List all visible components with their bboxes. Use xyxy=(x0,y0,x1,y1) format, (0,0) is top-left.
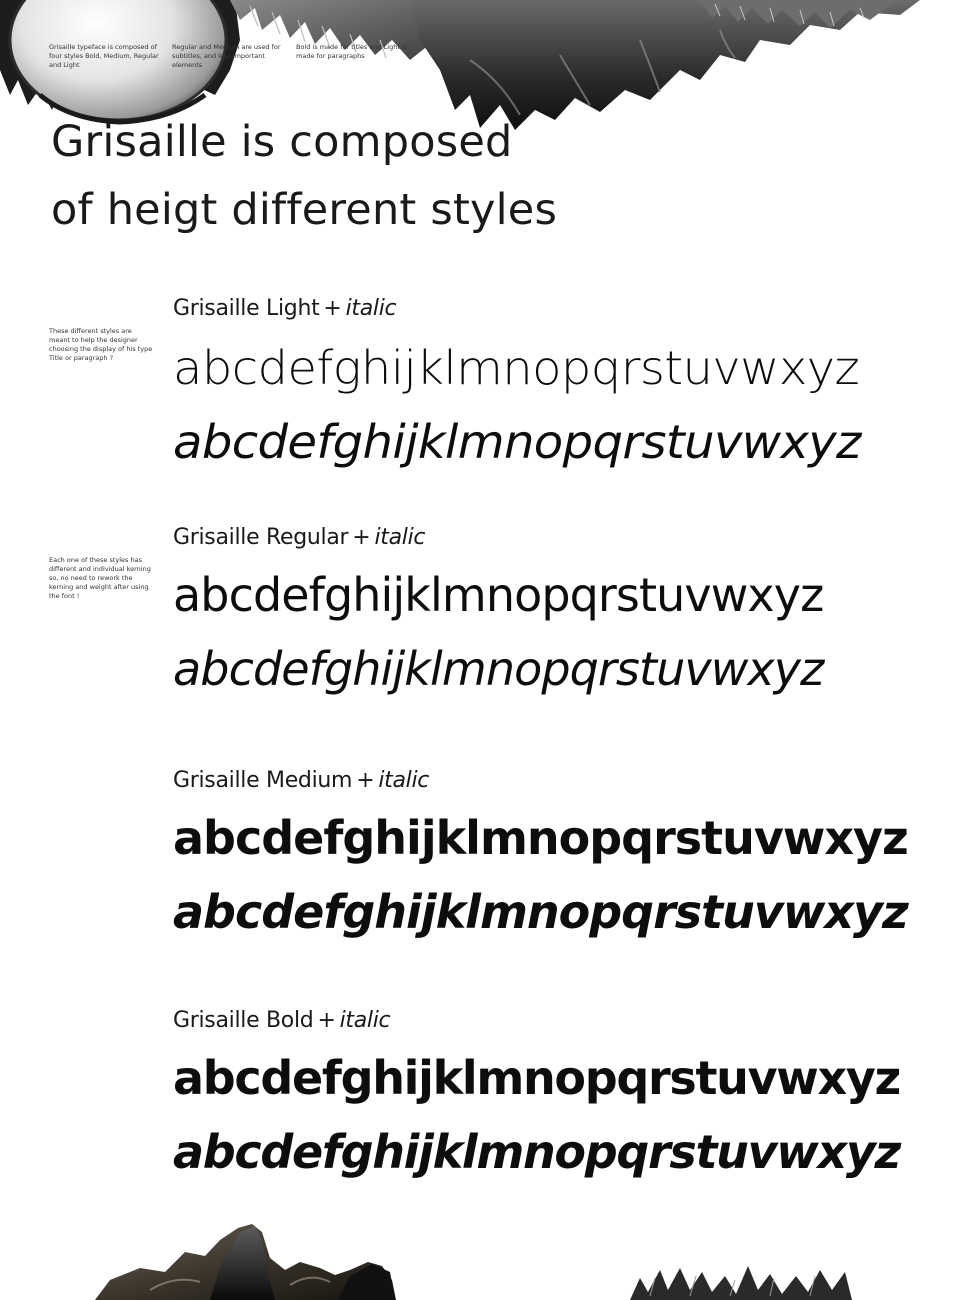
plus-sign: + xyxy=(356,768,375,793)
alphabet-medium: abcdefghijklmnopqrstuvwxyz xyxy=(173,811,909,865)
style-label-regular: Grisaille Regular + italic xyxy=(173,525,425,551)
alphabet-light: abcdefghijklmnopqrstuvwxyz xyxy=(173,341,860,395)
style-name: Grisaille Light xyxy=(173,296,320,321)
italic-label: italic xyxy=(345,296,397,321)
headline-line-1: Grisaille is composed xyxy=(51,117,513,167)
italic-label: italic xyxy=(378,768,430,793)
headline-line-2: of heigt different styles xyxy=(51,185,558,235)
style-label-bold: Grisaille Bold + italic xyxy=(173,1008,391,1034)
style-name: Grisaille Medium xyxy=(173,768,353,793)
style-name: Grisaille Regular xyxy=(173,525,349,550)
style-label-medium: Grisaille Medium + italic xyxy=(173,768,429,794)
alphabet-bold-italic: abcdefghijklmnopqrstuvwxyz xyxy=(173,1125,901,1179)
page-headline: Grisaille is composed of heigt different… xyxy=(51,108,557,244)
italic-label: italic xyxy=(339,1008,391,1033)
alphabet-light-italic: abcdefghijklmnopqrstuvwxyz xyxy=(173,415,861,469)
intro-note-2: Regular and Medium are used for subtitle… xyxy=(172,43,281,69)
italic-label: italic xyxy=(374,525,426,550)
intro-note-1: Grisaille typeface is composed of four s… xyxy=(49,43,159,69)
side-note-regular: Each one of these styles has different a… xyxy=(49,556,151,600)
alphabet-bold: abcdefghijklmnopqrstuvwxyz xyxy=(173,1051,901,1105)
style-name: Grisaille Bold xyxy=(173,1008,314,1033)
plus-sign: + xyxy=(323,296,342,321)
intro-note-3: Bold is made for titles and Light is mad… xyxy=(296,43,408,60)
alphabet-regular-italic: abcdefghijklmnopqrstuvwxyz xyxy=(173,642,824,696)
plus-sign: + xyxy=(352,525,371,550)
alphabet-regular: abcdefghijklmnopqrstuvwxyz xyxy=(173,568,824,622)
alphabet-medium-italic: abcdefghijklmnopqrstuvwxyz xyxy=(173,885,909,939)
side-note-light: These different styles are meant to help… xyxy=(49,327,153,362)
plus-sign: + xyxy=(317,1008,336,1033)
style-label-light: Grisaille Light + italic xyxy=(173,296,397,322)
